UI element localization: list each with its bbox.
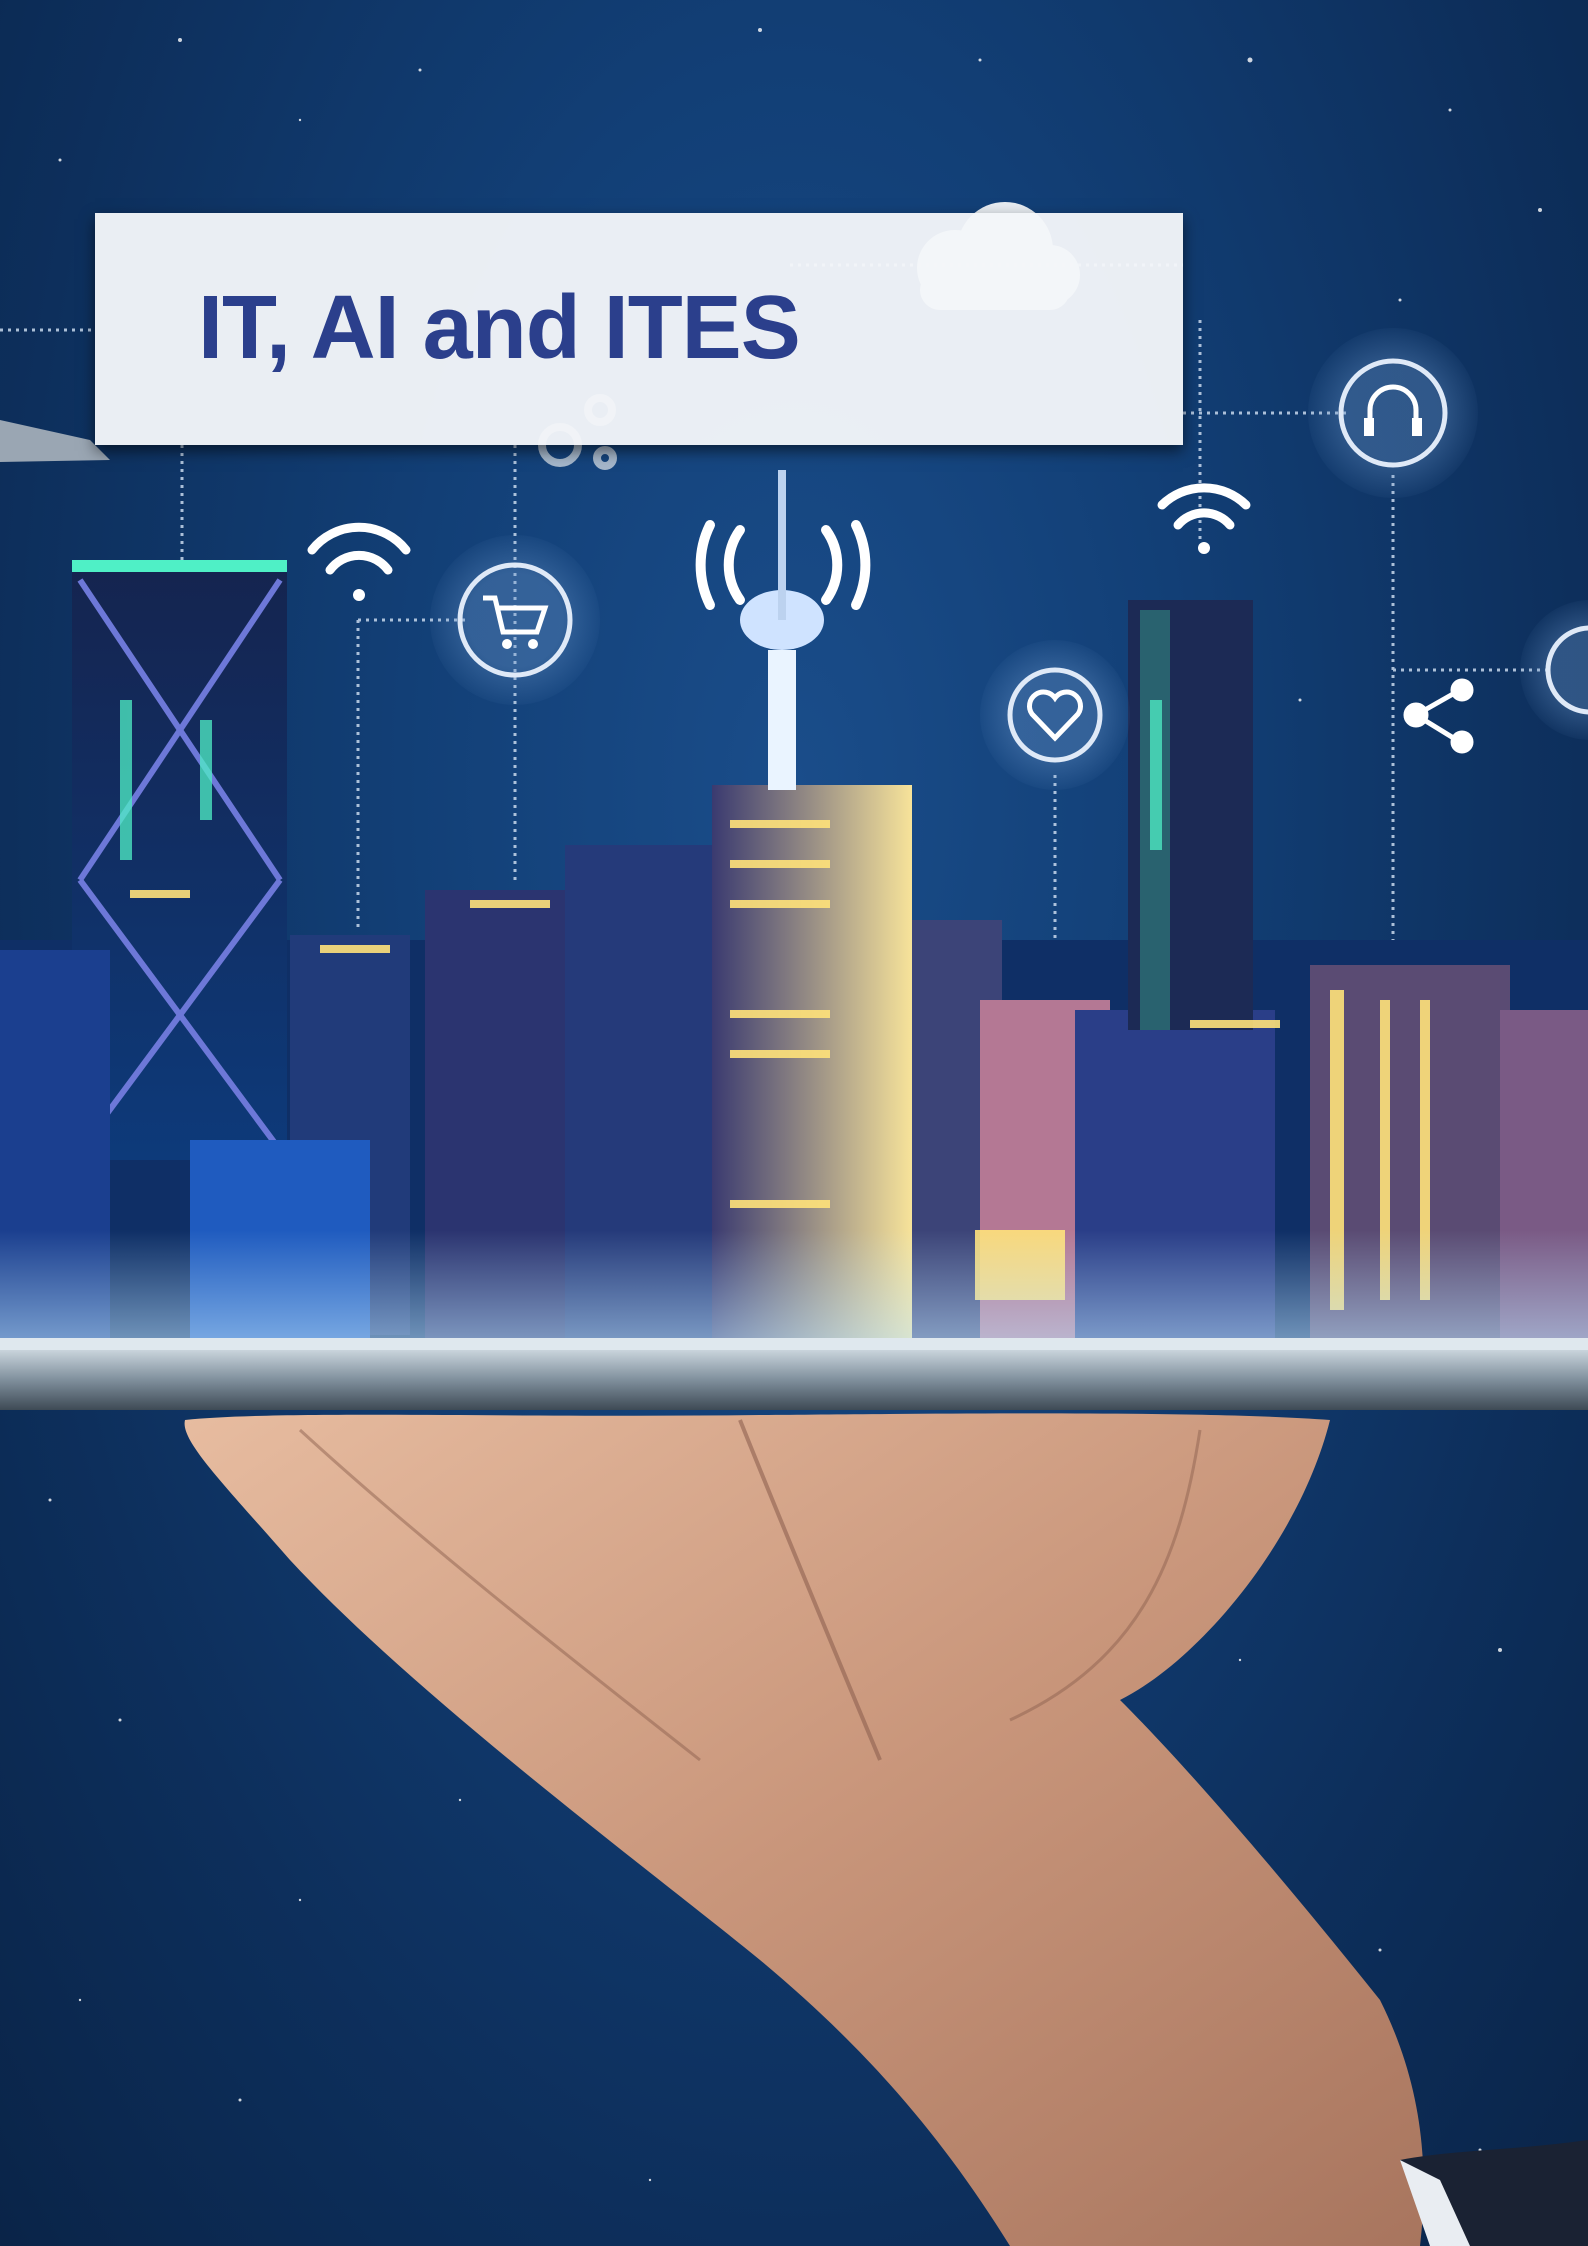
satellite: [0, 420, 110, 462]
title-panel: IT, AI and ITES: [95, 213, 1183, 445]
shopping-cart-icon: [430, 535, 600, 705]
tablet: [0, 1338, 1588, 1410]
page-title: IT, AI and ITES: [198, 278, 801, 378]
wifi-icon: [307, 522, 411, 601]
city-skyline: [0, 470, 1588, 1350]
hand: [184, 1413, 1588, 2246]
heart-rate-icon: [980, 640, 1130, 790]
home-icon: [1520, 600, 1588, 740]
share-icon: [1403, 678, 1474, 754]
cover-page: IT, AI and ITES: [0, 0, 1588, 2246]
headset-icon: [1308, 328, 1478, 498]
wifi-icon: [1157, 483, 1251, 554]
